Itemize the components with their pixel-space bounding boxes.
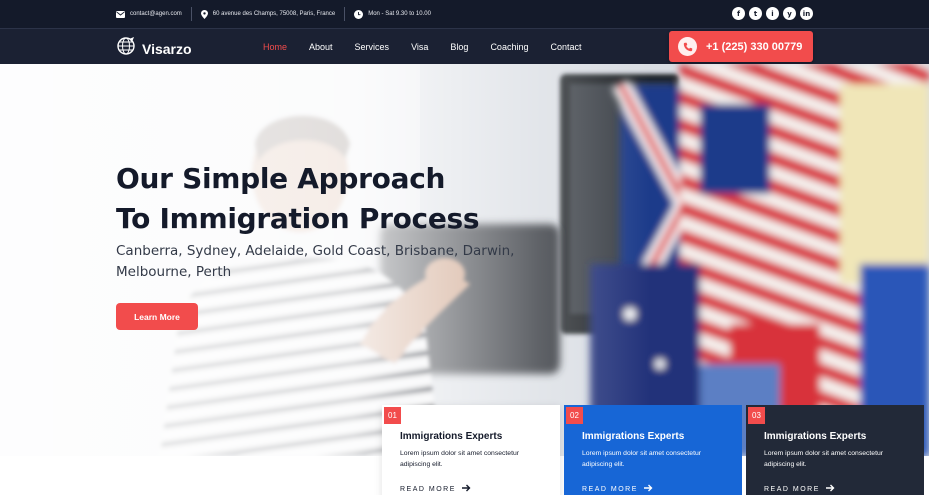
- brand-name: Visarzo: [142, 40, 192, 57]
- arrow-right-icon: [643, 484, 653, 494]
- email-text: contact@agen.com: [130, 11, 182, 17]
- learn-more-button[interactable]: Learn More: [116, 303, 198, 330]
- divider: [344, 7, 346, 21]
- card-text: Lorem ipsum dolor sit amet consectetur a…: [764, 450, 883, 468]
- page: contact@agen.com 60 avenue des Champs, 7…: [0, 0, 929, 495]
- brand-logo[interactable]: Visarzo: [116, 36, 192, 61]
- hero-title: Our Simple Approach To Immigration Proce…: [116, 159, 480, 239]
- hero-subtitle: Canberra, Sydney, Adelaide, Gold Coast, …: [116, 243, 515, 280]
- feature-card-1: 01 Immigrations Experts Lorem ipsum dolo…: [382, 405, 560, 495]
- address-text: 60 avenue des Champs, 75008, Paris, Fran…: [212, 11, 336, 17]
- instagram-icon[interactable]: i: [766, 7, 779, 20]
- phone-icon: [678, 37, 697, 56]
- read-more-link[interactable]: READ MORE: [400, 484, 560, 494]
- hours-info: Mon - Sat 9.30 to 10.00: [354, 9, 431, 19]
- social-links: f t i y in: [732, 7, 813, 20]
- card-title: Immigrations Experts: [582, 431, 685, 442]
- linkedin-icon[interactable]: in: [800, 7, 813, 20]
- read-more-label: READ MORE: [582, 485, 638, 493]
- arrow-right-icon: [461, 484, 471, 494]
- nav-coaching[interactable]: Coaching: [490, 42, 528, 52]
- card-number: 02: [566, 407, 583, 424]
- main-navbar: Visarzo Home About Services Visa Blog Co…: [0, 28, 929, 64]
- card-number: 01: [384, 407, 401, 424]
- envelope-icon: [116, 10, 125, 18]
- card-text: Lorem ipsum dolor sit amet consectetur a…: [582, 450, 701, 468]
- clock-icon: [354, 9, 364, 19]
- phone-number: +1 (225) 330 00779: [706, 40, 803, 53]
- feature-card-2: 02 Immigrations Experts Lorem ipsum dolo…: [564, 405, 742, 495]
- hero-title-line-1: Our Simple Approach: [116, 162, 446, 195]
- read-more-link[interactable]: READ MORE: [582, 484, 742, 494]
- arrow-right-icon: [825, 484, 835, 494]
- read-more-link[interactable]: READ MORE: [764, 484, 924, 494]
- address-info: 60 avenue des Champs, 75008, Paris, Fran…: [200, 9, 336, 19]
- twitter-icon[interactable]: t: [749, 7, 762, 20]
- nav-visa[interactable]: Visa: [411, 42, 428, 52]
- nav-about[interactable]: About: [309, 42, 333, 52]
- divider: [190, 7, 192, 21]
- globe-logo-icon: [116, 36, 136, 61]
- nav-menu: Home About Services Visa Blog Coaching C…: [263, 29, 604, 65]
- read-more-label: READ MORE: [764, 485, 820, 493]
- nav-blog[interactable]: Blog: [450, 42, 468, 52]
- nav-home[interactable]: Home: [263, 42, 287, 52]
- card-title: Immigrations Experts: [764, 431, 867, 442]
- hero-title-line-2: To Immigration Process: [116, 202, 480, 235]
- map-pin-icon: [200, 9, 208, 19]
- card-number: 03: [748, 407, 765, 424]
- nav-contact[interactable]: Contact: [550, 42, 581, 52]
- phone-call-button[interactable]: +1 (225) 330 00779: [669, 31, 813, 62]
- read-more-label: READ MORE: [400, 485, 456, 493]
- top-info-bar: contact@agen.com 60 avenue des Champs, 7…: [0, 0, 929, 28]
- feature-card-3: 03 Immigrations Experts Lorem ipsum dolo…: [746, 405, 924, 495]
- card-title: Immigrations Experts: [400, 431, 503, 442]
- email-info[interactable]: contact@agen.com: [116, 10, 182, 18]
- facebook-icon[interactable]: f: [732, 7, 745, 20]
- youtube-icon[interactable]: y: [783, 7, 796, 20]
- card-text: Lorem ipsum dolor sit amet consectetur a…: [400, 450, 519, 468]
- hero-section: Our Simple Approach To Immigration Proce…: [0, 64, 929, 456]
- nav-services[interactable]: Services: [355, 42, 390, 52]
- hours-text: Mon - Sat 9.30 to 10.00: [368, 11, 431, 17]
